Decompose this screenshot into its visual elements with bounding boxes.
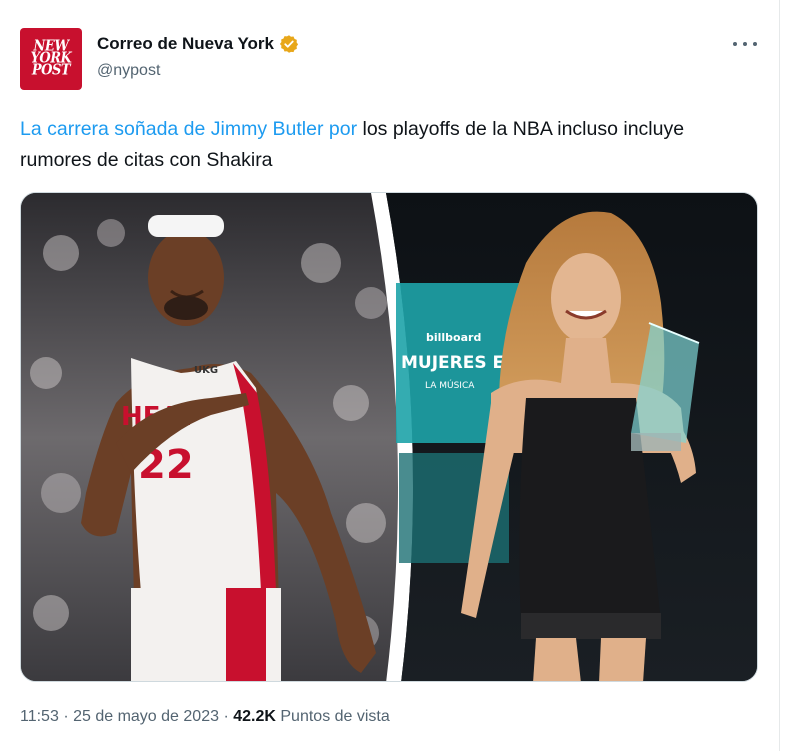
more-dot [743, 42, 747, 46]
user-handle[interactable]: @nypost [97, 62, 160, 80]
tweet-meta: 11:53 · 25 de mayo de 2023 · 42.2K Punto… [20, 708, 390, 726]
display-name-text: Correo de Nueva York [97, 34, 274, 53]
more-dot [733, 42, 737, 46]
meta-separator: · [223, 708, 229, 725]
tweet-text: La carrera soñada de Jimmy Butler por lo… [20, 114, 750, 176]
nypost-avatar[interactable]: NEW YORK POST [20, 28, 82, 90]
tweet-media-image[interactable]: HEAT 22 UKG b [20, 192, 758, 682]
tweet-card: NEW YORK POST Correo de Nueva York @nypo… [0, 0, 780, 751]
avatar-line-3: POST [31, 61, 71, 80]
tweet-date[interactable]: 25 de mayo de 2023 [73, 708, 219, 725]
backdrop-brand: billboard [426, 331, 481, 344]
views-label: Puntos de vista [280, 708, 390, 725]
right-photo: billboard MUJERES EN LA MÚSICA [386, 193, 757, 681]
display-name[interactable]: Correo de Nueva York [97, 34, 299, 54]
more-options-button[interactable] [733, 36, 757, 52]
left-photo: HEAT 22 UKG [21, 193, 401, 681]
backdrop-sub: LA MÚSICA [425, 379, 475, 391]
tweet-time[interactable]: 11:53 [20, 708, 59, 725]
verified-badge-icon [279, 35, 299, 53]
meta-separator: · [63, 708, 69, 725]
tweet-link[interactable]: La carrera soñada de Jimmy Butler por [20, 118, 357, 140]
jersey-brand: UKG [194, 365, 218, 376]
media-composite: HEAT 22 UKG b [21, 193, 757, 681]
views-count: 42.2K [233, 708, 276, 725]
more-dot [753, 42, 757, 46]
